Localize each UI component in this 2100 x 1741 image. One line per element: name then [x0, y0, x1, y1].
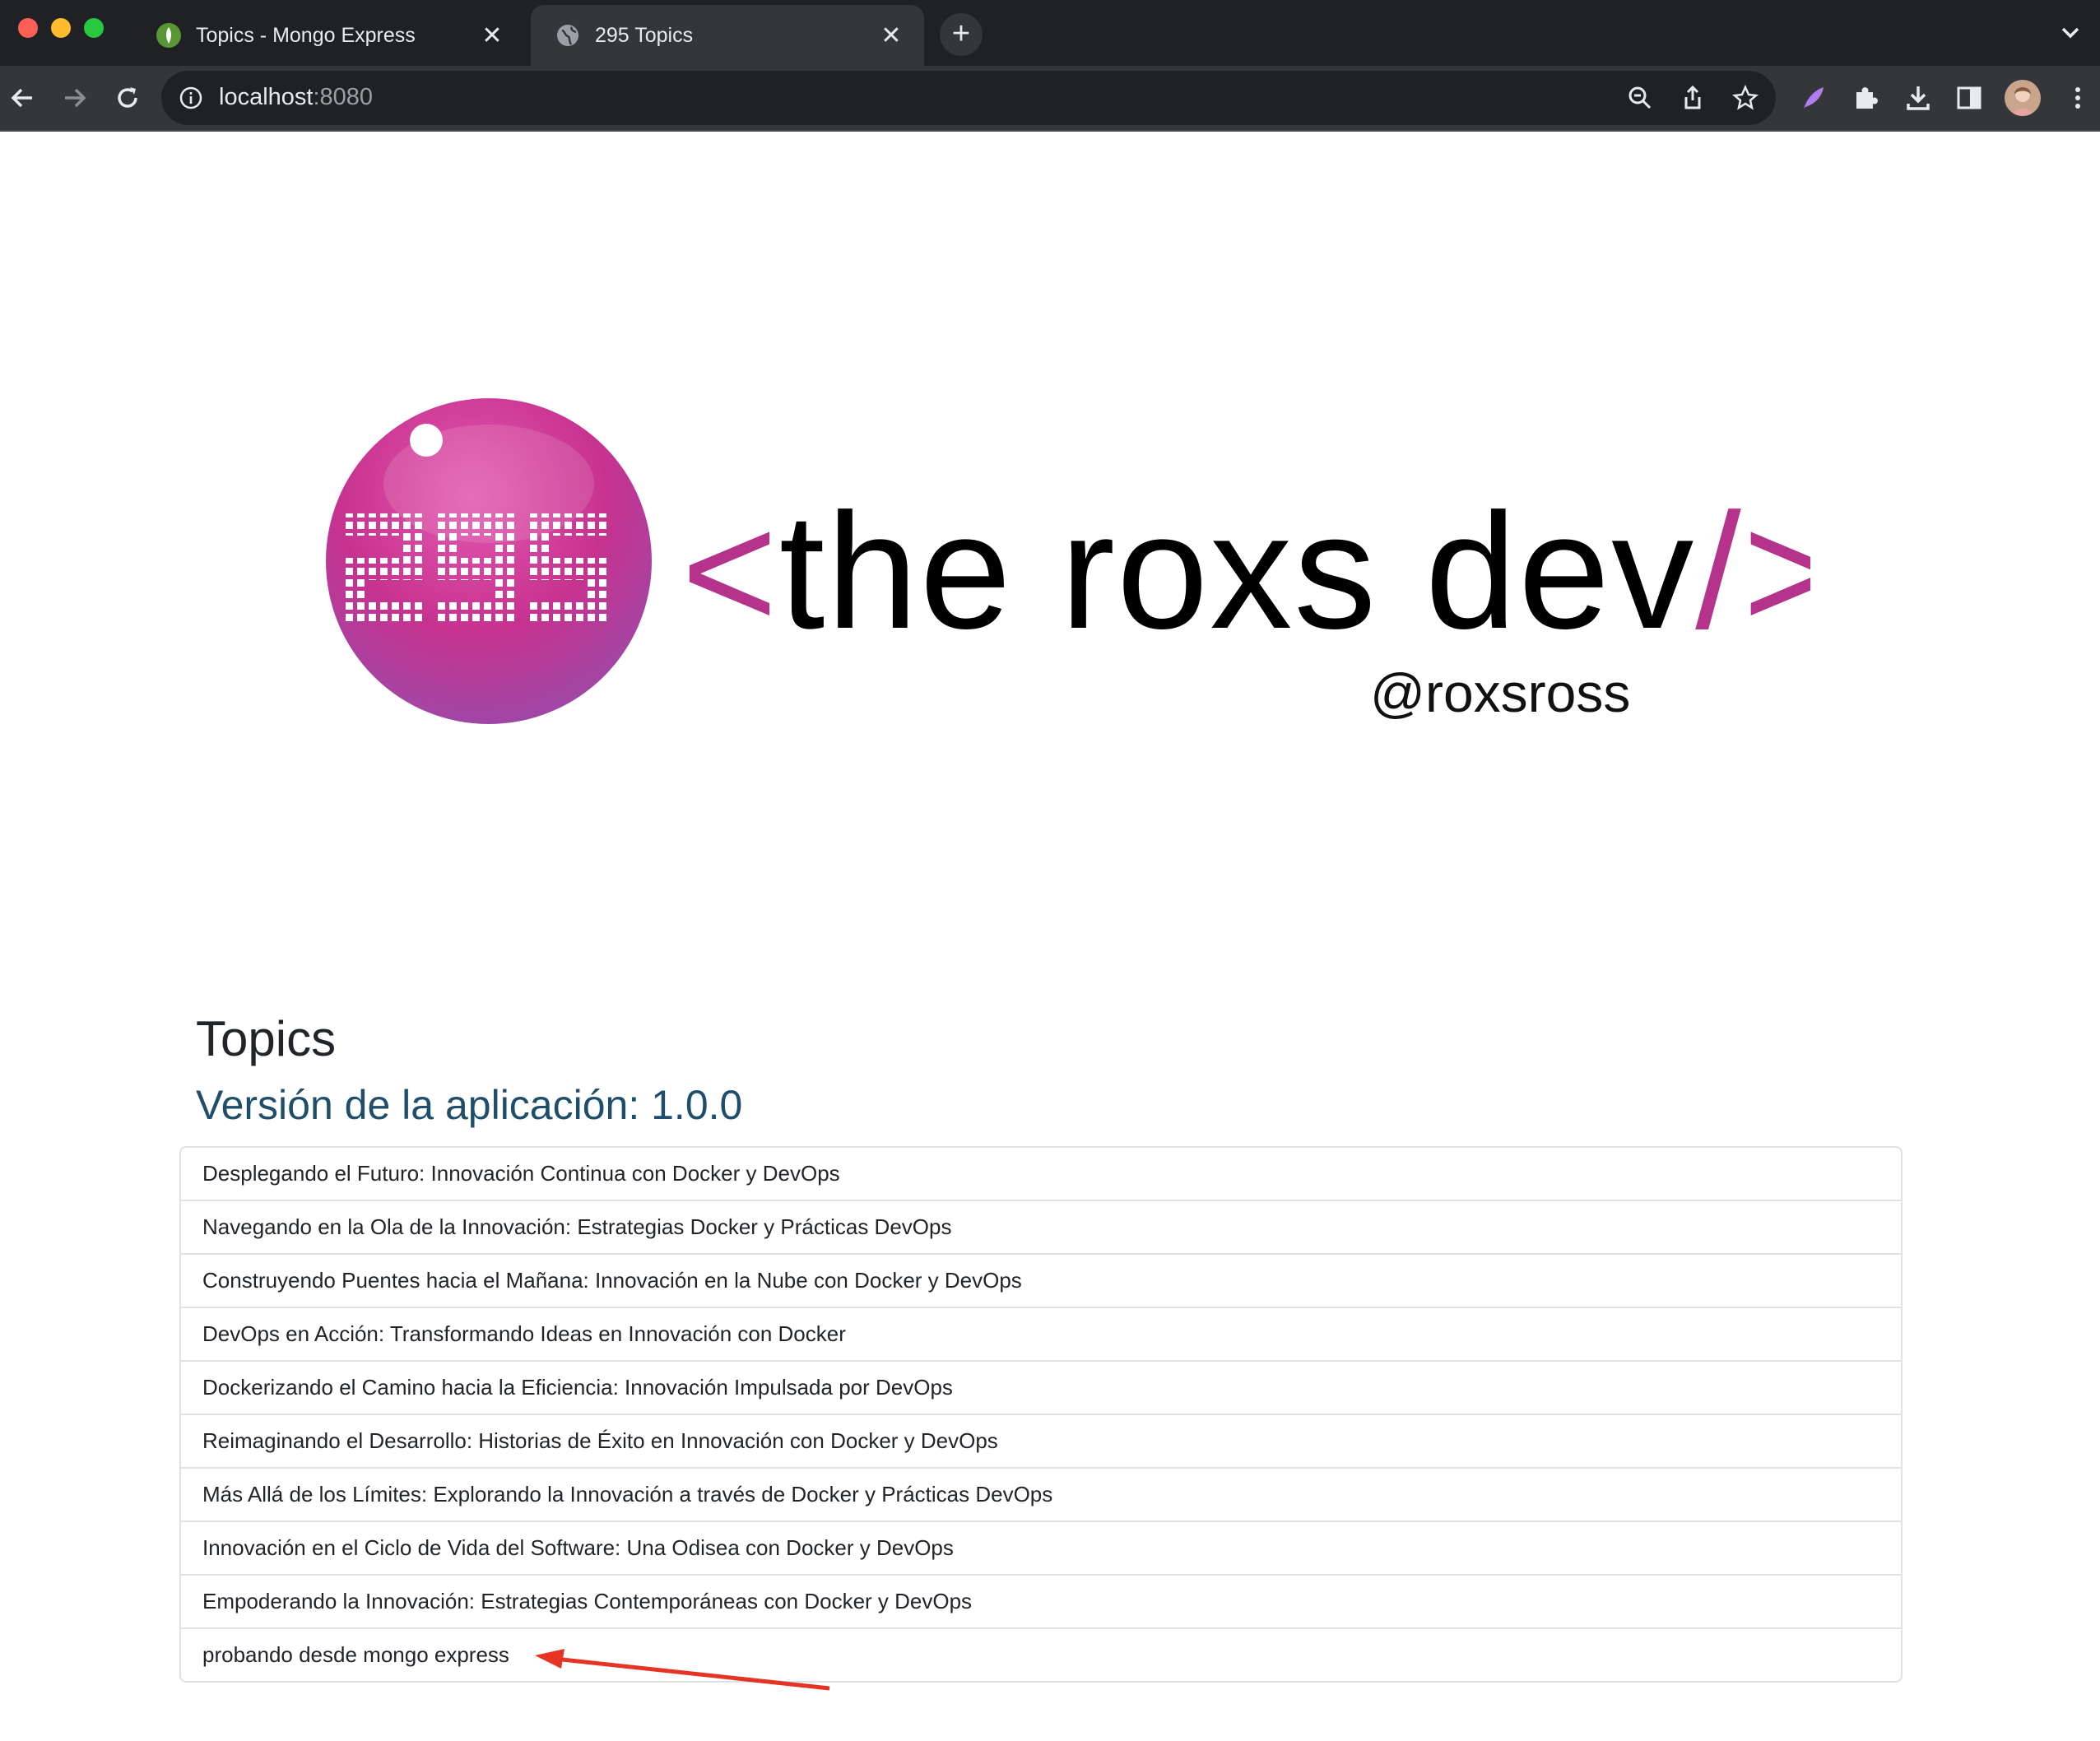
list-item: Reimaginando el Desarrollo: Historias de… — [181, 1414, 1901, 1467]
minimize-window-button[interactable] — [51, 18, 71, 38]
feather-extension-icon[interactable] — [1797, 82, 1828, 114]
tab-mongo-express[interactable]: Topics - Mongo Express ✕ — [132, 5, 525, 66]
new-tab-button[interactable]: + — [940, 13, 983, 56]
tab-295-topics[interactable]: 295 Topics ✕ — [531, 5, 924, 66]
close-tab-icon[interactable]: ✕ — [876, 21, 906, 50]
back-arrow-icon[interactable] — [5, 81, 39, 115]
download-icon[interactable] — [1903, 82, 1934, 114]
list-item: DevOps en Acción: Transformando Ideas en… — [181, 1307, 1901, 1360]
forward-arrow-icon[interactable] — [58, 81, 92, 115]
red-annotation-arrow — [535, 1649, 830, 1691]
list-item: Empoderando la Innovación: Estrategias C… — [181, 1574, 1901, 1627]
bookmark-star-icon[interactable] — [1731, 84, 1759, 112]
list-item: Más Allá de los Límites: Explorando la I… — [181, 1467, 1901, 1520]
app-version: Versión de la aplicación: 1.0.0 — [196, 1082, 743, 1128]
globe-icon — [555, 23, 580, 48]
chevron-down-icon[interactable] — [2054, 16, 2087, 49]
svg-text:<the roxs dev/>: <the roxs dev/> — [681, 480, 1810, 663]
share-icon[interactable] — [1679, 84, 1707, 112]
side-panel-icon[interactable] — [1954, 82, 1985, 114]
extensions-puzzle-icon[interactable] — [1850, 82, 1881, 114]
maximize-window-button[interactable] — [84, 18, 104, 38]
brand-text: <the roxs dev/> @roxsross — [681, 480, 1810, 723]
list-item: Dockerizando el Camino hacia la Eficienc… — [181, 1360, 1901, 1414]
reload-icon[interactable] — [110, 81, 145, 115]
zoom-out-icon[interactable] — [1626, 84, 1654, 112]
page-title: Topics — [196, 1011, 337, 1066]
browser-toolbar: localhost:8080 — [0, 66, 2100, 132]
tab-title: 295 Topics — [595, 23, 694, 47]
mongo-leaf-icon — [156, 23, 181, 48]
295-circle-logo — [326, 398, 652, 724]
profile-avatar[interactable] — [2005, 80, 2041, 116]
tab-title: Topics - Mongo Express — [196, 23, 416, 47]
more-menu-icon[interactable] — [2062, 82, 2093, 114]
close-tab-icon[interactable]: ✕ — [477, 21, 507, 50]
site-info-icon[interactable] — [178, 85, 204, 111]
list-item: Navegando en la Ola de la Innovación: Es… — [181, 1200, 1901, 1253]
roxs-dev-banner: <the roxs dev/> @roxsross — [326, 398, 1810, 724]
url-text: localhost:8080 — [219, 84, 374, 110]
topics-list: Desplegando el Futuro: Innovación Contin… — [179, 1146, 1903, 1683]
list-item: Innovación en el Ciclo de Vida del Softw… — [181, 1520, 1901, 1574]
address-bar[interactable]: localhost:8080 — [161, 71, 1776, 125]
browser-tab-bar: Topics - Mongo Express ✕ 295 Topics ✕ + — [0, 0, 2100, 66]
list-item: Construyendo Puentes hacia el Mañana: In… — [181, 1253, 1901, 1307]
list-item: probando desde mongo express — [181, 1627, 1901, 1681]
close-window-button[interactable] — [18, 18, 38, 38]
handle-text: @roxsross — [1370, 662, 1630, 723]
list-item: Desplegando el Futuro: Innovación Contin… — [202, 1161, 840, 1186]
